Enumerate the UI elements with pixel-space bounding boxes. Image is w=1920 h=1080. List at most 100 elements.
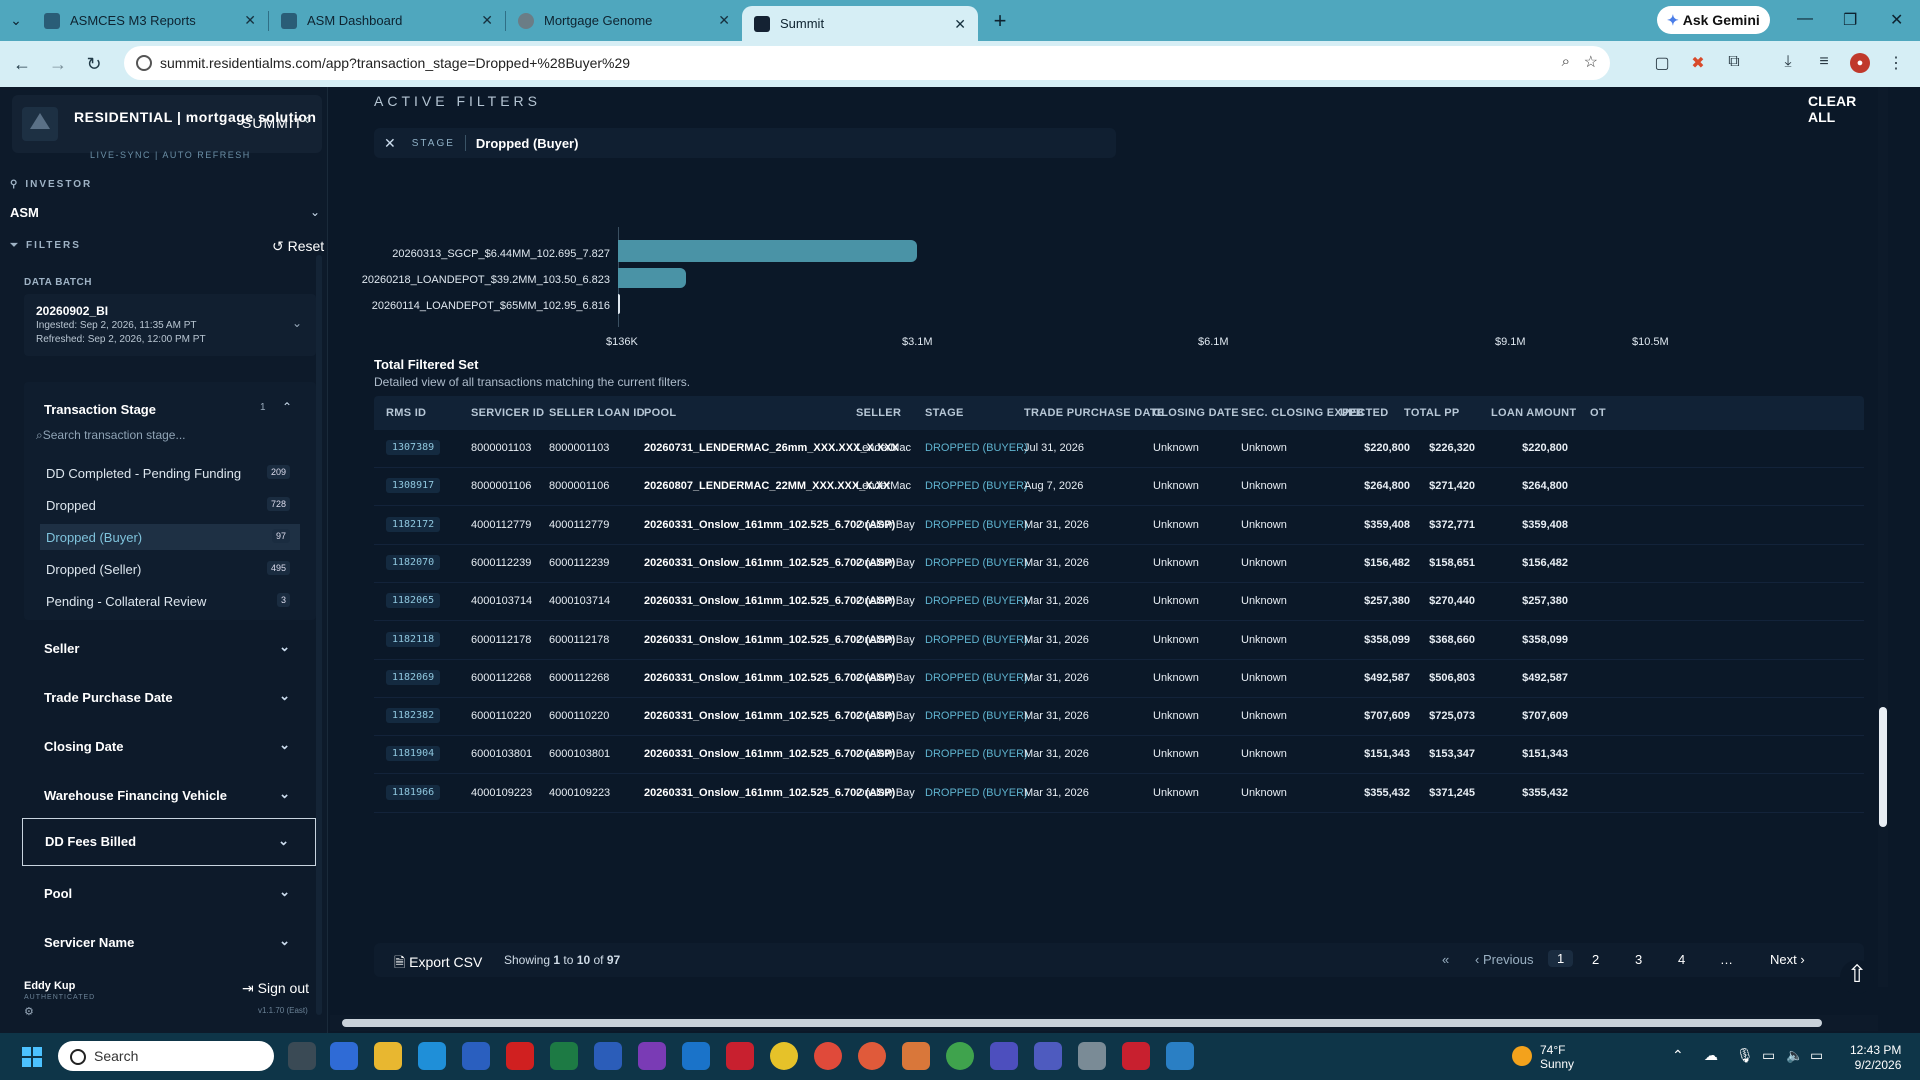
microphone-icon[interactable]: 🎙 — [1736, 1047, 1754, 1064]
clear-all-button[interactable]: CLEAR ALL — [1808, 93, 1878, 125]
scrollbar-thumb[interactable] — [1879, 707, 1887, 827]
close-icon[interactable]: ✕ — [481, 12, 493, 29]
rms-id-link[interactable]: 1181904 — [386, 746, 441, 762]
tab-search-chevron-icon[interactable]: ⌄ — [0, 12, 32, 29]
page-4-button[interactable]: 4 — [1678, 952, 1685, 967]
main-vertical-scrollbar[interactable] — [1878, 87, 1888, 987]
table-row[interactable]: 1182070 6000112239 6000112239 20260331_Onsl… — [374, 545, 1864, 583]
chevron-down-icon[interactable]: ⌄ — [310, 205, 320, 219]
app-icon[interactable] — [726, 1042, 754, 1070]
stage-option-dropped[interactable]: Dropped 728 — [40, 492, 300, 518]
bookmark-star-icon[interactable]: ☆ — [1584, 52, 1598, 72]
column-header[interactable]: SELLER LOAN ID — [549, 407, 645, 419]
minimize-icon[interactable]: — — [1797, 10, 1813, 28]
table-row[interactable]: 1307389 8000001103 8000001103 20260731_LEND… — [374, 430, 1864, 468]
window-close-icon[interactable]: ✕ — [1890, 10, 1903, 30]
forward-icon[interactable]: → — [40, 54, 76, 75]
close-icon[interactable]: ✕ — [244, 12, 256, 29]
task-view-icon[interactable] — [288, 1042, 316, 1070]
export-csv-button[interactable]: 🗎 Export CSV — [394, 952, 482, 976]
stage-option-dropped-seller[interactable]: Dropped (Seller) 495 — [40, 556, 300, 582]
extensions-puzzle-icon[interactable]: ⧉ — [1724, 53, 1744, 73]
file-explorer-icon[interactable] — [374, 1042, 402, 1070]
new-tab-button[interactable]: + — [984, 8, 1016, 34]
scrollbar-thumb[interactable] — [342, 1019, 1822, 1027]
table-row[interactable]: 1181966 4000109223 4000109223 20260331_Onsl… — [374, 775, 1864, 813]
taskbar-search-input[interactable]: Search — [58, 1041, 274, 1071]
next-page-button[interactable]: Next › — [1770, 952, 1805, 967]
main-horizontal-scrollbar[interactable] — [330, 1015, 1878, 1031]
clock[interactable]: 12:43 PM 9/2/2026 — [1850, 1043, 1901, 1073]
column-header[interactable]: STAGE — [925, 407, 964, 419]
table-row[interactable]: 1308917 8000001106 8000001106 20260807_LEND… — [374, 468, 1864, 507]
volume-icon[interactable]: 🔈 — [1786, 1047, 1803, 1064]
rms-id-link[interactable]: 1182382 — [386, 708, 441, 724]
chart-bar[interactable] — [618, 268, 687, 288]
rms-id-link[interactable]: 1182069 — [386, 669, 441, 685]
app-q-icon[interactable] — [990, 1042, 1018, 1070]
back-icon[interactable]: ← — [4, 54, 40, 75]
column-header[interactable]: RMS ID — [386, 407, 426, 419]
facet-dd-fees-billed[interactable]: DD Fees Billed ⌄ — [22, 818, 316, 866]
table-row[interactable]: 1182172 4000112779 4000112779 20260331_Onsl… — [374, 507, 1864, 545]
battery-icon[interactable]: ▭ — [1810, 1047, 1823, 1064]
ask-gemini-button[interactable]: ✦ Ask Gemini — [1657, 6, 1770, 34]
column-header[interactable]: TOTAL PP — [1404, 407, 1460, 419]
browser-tab-mortgage-genome[interactable]: Mortgage Genome ✕ — [506, 0, 742, 41]
table-row[interactable]: 1182118 6000112178 6000112178 20260331_Onsl… — [374, 622, 1864, 660]
table-row[interactable]: 1181904 6000103801 6000103801 20260331_Onsl… — [374, 736, 1864, 775]
browser-tab-asmces[interactable]: ASMCES M3 Reports ✕ — [32, 0, 268, 41]
chrome-icon[interactable] — [770, 1042, 798, 1070]
word-icon[interactable] — [594, 1042, 622, 1070]
reload-icon[interactable]: ↻ — [76, 54, 112, 75]
extension-butterfly-icon[interactable]: ✖ — [1688, 53, 1708, 73]
close-icon[interactable]: ✕ — [718, 12, 730, 29]
onedrive-icon[interactable]: ☁ — [1704, 1047, 1718, 1064]
investor-select[interactable]: ASM — [10, 205, 39, 220]
settings-icon[interactable] — [1078, 1042, 1106, 1070]
page-3-button[interactable]: 3 — [1635, 952, 1642, 967]
rms-id-link[interactable]: 1182172 — [386, 516, 441, 532]
teams-icon[interactable] — [1034, 1042, 1062, 1070]
site-info-icon[interactable] — [136, 55, 152, 71]
chrome-profile-3-icon[interactable] — [946, 1042, 974, 1070]
facet-pool[interactable]: Pool ⌄ — [22, 870, 316, 916]
facet-trade-purchase-date[interactable]: Trade Purchase Date ⌄ — [22, 674, 316, 720]
sign-out-button[interactable]: ⇥ Sign out — [242, 980, 309, 997]
page-1-button[interactable]: 1 — [1548, 950, 1574, 967]
profile-avatar-icon[interactable]: ● — [1850, 53, 1870, 73]
chart-bar[interactable] — [618, 294, 620, 314]
facet-seller[interactable]: Seller ⌄ — [22, 625, 316, 671]
remove-filter-icon[interactable]: ✕ — [384, 135, 396, 152]
outlook-icon[interactable] — [682, 1042, 710, 1070]
data-batch-select[interactable]: 20260902_BI Ingested: Sep 2, 2026, 11:35… — [24, 294, 316, 356]
rms-id-link[interactable]: 1182118 — [386, 631, 441, 647]
column-header[interactable]: SELLER — [856, 407, 901, 419]
first-page-button[interactable]: « — [1442, 952, 1449, 967]
windows-start-icon[interactable] — [22, 1047, 42, 1067]
m365-icon[interactable] — [330, 1042, 358, 1070]
url-bar[interactable]: summit.residentialms.com/app?transaction… — [124, 46, 1610, 80]
stage-search-input[interactable]: ⌕Search transaction stage... — [24, 428, 316, 450]
restore-icon[interactable]: ❐ — [1843, 10, 1857, 30]
browser-tab-summit[interactable]: Summit ✕ — [742, 6, 978, 41]
sidebar-scrollbar[interactable] — [316, 255, 322, 1015]
rms-id-link[interactable]: 1308917 — [386, 478, 441, 494]
column-header[interactable]: POOL — [644, 407, 676, 419]
extension-icon[interactable]: ▢ — [1652, 53, 1672, 73]
previous-page-button[interactable]: ‹ Previous — [1475, 952, 1534, 967]
column-header[interactable]: UPB — [1340, 407, 1364, 419]
store-icon[interactable] — [462, 1042, 490, 1070]
reset-button[interactable]: ↺ Reset — [272, 238, 324, 255]
more-pages-ellipsis[interactable]: … — [1720, 952, 1733, 967]
column-header[interactable]: SEC. CLOSING EXPECTED — [1241, 407, 1389, 419]
close-icon[interactable]: ✕ — [954, 16, 966, 33]
media-controls-icon[interactable]: ≡ — [1814, 53, 1834, 73]
chart-bar[interactable] — [618, 240, 917, 262]
rms-id-link[interactable]: 1181966 — [386, 784, 441, 800]
edge-icon[interactable] — [418, 1042, 446, 1070]
browser-tab-asm-dashboard[interactable]: ASM Dashboard ✕ — [269, 0, 505, 41]
chrome-profile-icon[interactable] — [814, 1042, 842, 1070]
app-chart-icon[interactable] — [1166, 1042, 1194, 1070]
facet-closing-date[interactable]: Closing Date ⌄ — [22, 723, 316, 769]
